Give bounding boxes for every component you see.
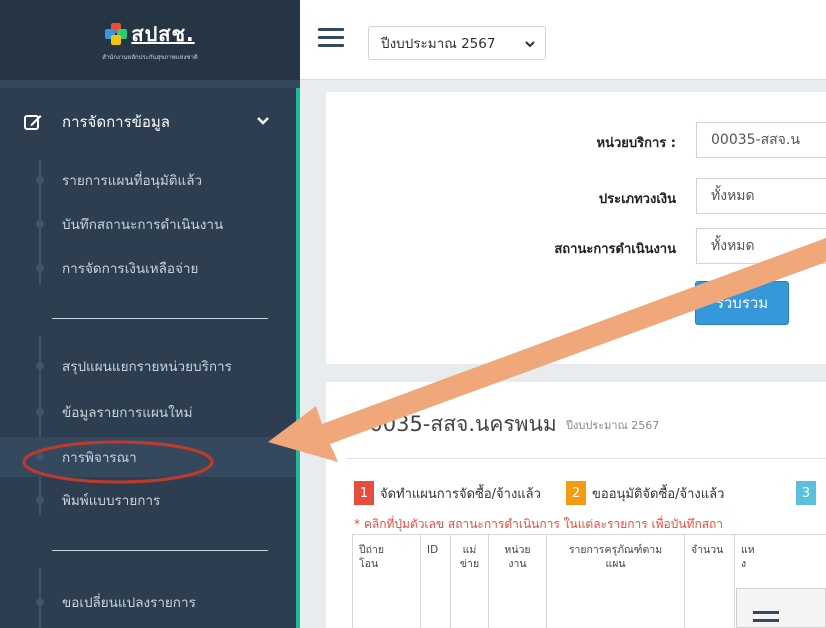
- legend-text: ขออนุมัติจัดซื้อ/จ้างแล้ว: [592, 486, 725, 502]
- sidebar-item-label: สรุปแผนแยกรายหน่วยบริการ: [62, 359, 232, 375]
- sidebar-item-label: พิมพ์แบบรายการ: [62, 493, 161, 509]
- status-select[interactable]: ทั้งหมด: [696, 228, 826, 264]
- popup-window: [736, 588, 826, 628]
- sidebar-item-remaining-funds[interactable]: การจัดการเงินเหลือจ่าย: [0, 248, 296, 288]
- sidebar-item-print-form[interactable]: พิมพ์แบบรายการ: [0, 480, 296, 520]
- table-header: จำนวน: [685, 535, 735, 628]
- table-header: หน่วย งาน: [489, 535, 547, 628]
- topbar: ปีงบประมาณ 2567: [300, 0, 826, 80]
- sidebar-item-change-request[interactable]: ขอเปลี่ยนแปลงรายการ: [0, 582, 296, 622]
- status-label: สถานะการดำเนินงาน: [554, 242, 676, 257]
- instruction-note: * คลิกที่ปุ่มตัวเลข สถานะการดำเนินการ ใน…: [354, 517, 724, 531]
- results-title: 00035-สสจ.นครพนม: [356, 412, 557, 436]
- logo-icon: [105, 23, 128, 45]
- results-year: ปีงบประมาณ 2567: [566, 419, 660, 432]
- sidebar-item-new-plans[interactable]: ข้อมูลรายการแผนใหม่: [0, 392, 296, 432]
- sidebar-item-label: ขอเปลี่ยนแปลงรายการ: [62, 595, 196, 611]
- money-type-label: ประเภทวงเงิน: [598, 192, 676, 207]
- logo[interactable]: สปสช.: [105, 18, 194, 50]
- sidebar: สปสช. สำนักงานหลักประกันสุขภาพแห่งชาติ ก…: [0, 0, 300, 628]
- collect-button[interactable]: รวบรวม: [695, 281, 789, 325]
- table-header: รายการครุภัณฑ์ตาม แผน: [547, 535, 685, 628]
- sidebar-item-label: การจัดการเงินเหลือจ่าย: [62, 261, 199, 277]
- legend-item-2[interactable]: 2 ขออนุมัติจัดซื้อ/จ้างแล้ว: [566, 481, 724, 505]
- sidebar-item-label: ข้อมูลรายการแผนใหม่: [62, 405, 193, 421]
- table-header: ID: [421, 535, 451, 628]
- sidebar-item-label: บันทึกสถานะการดำเนินงาน: [62, 217, 224, 233]
- logo-bar: สปสช. สำนักงานหลักประกันสุขภาพแห่งชาติ: [0, 0, 300, 80]
- sidebar-item-record-status[interactable]: บันทึกสถานะการดำเนินงาน: [0, 204, 296, 244]
- legend-text: จัดทำแผนการจัดซื้อ/จ้างแล้ว: [380, 486, 541, 502]
- sidebar-item-approved-plans[interactable]: รายการแผนที่อนุมัติแล้ว: [0, 160, 296, 200]
- unit-input[interactable]: 00035-สสจ.น: [696, 122, 826, 158]
- table-header: ปีถ่าย โอน: [353, 535, 421, 628]
- legend-item-3[interactable]: 3: [796, 481, 816, 505]
- sidebar-divider: [52, 318, 268, 319]
- sidebar-accent: [296, 88, 300, 628]
- status-badge: 2: [566, 481, 586, 505]
- unit-value: 00035-สสจ.น: [711, 132, 800, 148]
- sidebar-item-plan-summary[interactable]: สรุปแผนแยกรายหน่วยบริการ: [0, 346, 296, 386]
- sidebar-item-consideration[interactable]: การพิจารณา: [0, 437, 296, 477]
- hamburger-menu-icon[interactable]: [753, 611, 779, 627]
- logo-text: สปสช.: [131, 22, 195, 46]
- legend-item-1[interactable]: 1 จัดทำแผนการจัดซื้อ/จ้างแล้ว: [354, 481, 541, 505]
- chevron-down-icon: [525, 41, 535, 48]
- status-value: ทั้งหมด: [711, 238, 755, 254]
- fiscal-year-value: ปีงบประมาณ 2567: [381, 36, 496, 52]
- sidebar-item-label: รายการแผนที่อนุมัติแล้ว: [62, 173, 203, 189]
- fiscal-year-select[interactable]: ปีงบประมาณ 2567: [368, 26, 546, 60]
- unit-label: หน่วยบริการ :: [596, 136, 677, 151]
- sidebar-divider: [52, 550, 268, 551]
- hamburger-menu-icon[interactable]: [318, 28, 344, 48]
- status-badge: 3: [796, 481, 816, 505]
- edit-icon: [24, 115, 42, 130]
- filter-panel: หน่วยบริการ : 00035-สสจ.น ประเภทวงเงิน ท…: [326, 92, 826, 364]
- money-type-select[interactable]: ทั้งหมด: [696, 178, 826, 214]
- sidebar-group-data-management[interactable]: การจัดการข้อมูล: [0, 100, 296, 144]
- sidebar-item-label: การพิจารณา: [62, 450, 137, 466]
- sidebar-group-label: การจัดการข้อมูล: [62, 113, 170, 131]
- chevron-down-icon: [257, 117, 269, 125]
- money-type-value: ทั้งหมด: [711, 188, 755, 204]
- table-header: แม่ ข่าย: [451, 535, 489, 628]
- logo-subtitle: สำนักงานหลักประกันสุขภาพแห่งชาติ: [102, 54, 198, 61]
- status-badge: 1: [354, 481, 374, 505]
